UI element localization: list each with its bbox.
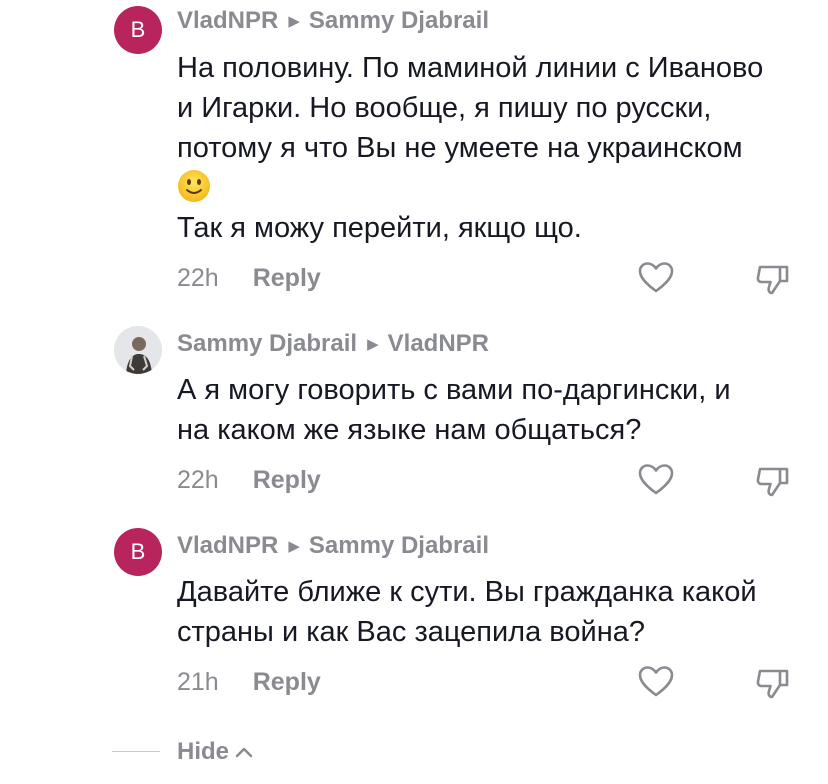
heart-outline-icon[interactable] [637,461,675,499]
slightly-smiling-face-icon [177,169,211,203]
comment-text-line: Давайте ближе к сути. Вы гражданка какой [177,576,757,608]
comment-text: На половину. По маминой линии с Иваново … [177,48,817,248]
triangle-right-icon: ▶ [288,538,300,555]
reply-to-name[interactable]: Sammy Djabrail [309,7,489,35]
hide-replies-button[interactable]: Hide [177,734,253,770]
hide-label: Hide [177,738,230,765]
triangle-right-icon: ▶ [367,336,379,353]
comment-meta: 22h Reply [177,261,321,295]
comment-text-line: и Игарки. Но вообще, я пишу по русски, [177,92,712,124]
comment-text-line: Так я можу перейти, якщо що. [177,212,582,244]
author-name[interactable]: VladNPR [177,7,278,35]
divider [112,751,160,752]
comment-header: VladNPR ▶ Sammy Djabrail [177,4,489,38]
comment-meta: 21h Reply [177,665,321,699]
reply-button[interactable]: Reply [253,668,321,697]
comment-text-line: А я могу говорить с вами по-даргински, и [177,374,731,406]
comment-text-line: На половину. По маминой линии с Иваново [177,52,764,84]
thumbs-down-outline-icon[interactable] [754,663,792,701]
avatar[interactable]: B [114,528,162,576]
hide-replies-row: Hide [0,734,828,770]
author-name[interactable]: Sammy Djabrail [177,330,357,358]
avatar-letter: B [130,17,146,42]
avatar[interactable] [114,326,162,374]
timestamp: 22h [177,465,219,494]
triangle-right-icon: ▶ [288,13,300,30]
avatar[interactable]: B [114,6,162,54]
reply-to-name[interactable]: VladNPR [388,330,489,358]
comment-header: Sammy Djabrail ▶ VladNPR [177,327,489,361]
comment-text-line: страны и как Вас зацепила война? [177,616,645,648]
reply-button[interactable]: Reply [253,466,321,495]
author-name[interactable]: VladNPR [177,532,278,560]
heart-outline-icon[interactable] [637,663,675,701]
chevron-up-icon [235,747,253,758]
reply-to-name[interactable]: Sammy Djabrail [309,532,489,560]
thumbs-down-outline-icon[interactable] [754,461,792,499]
comment-text: А я могу говорить с вами по-даргински, и… [177,370,817,450]
avatar-letter: B [130,539,146,564]
emoji-line [177,168,817,208]
comment-text-line: на каком же языке нам общаться? [177,414,642,446]
comment-header: VladNPR ▶ Sammy Djabrail [177,529,489,563]
reply-button[interactable]: Reply [253,264,321,293]
thumbs-down-outline-icon[interactable] [754,259,792,297]
comment-text: Давайте ближе к сути. Вы гражданка какой… [177,572,817,652]
comment-meta: 22h Reply [177,463,321,497]
timestamp: 21h [177,667,219,696]
comment-text-line: потому я что Вы не умеете на украинском [177,132,743,164]
timestamp: 22h [177,263,219,292]
heart-outline-icon[interactable] [637,259,675,297]
